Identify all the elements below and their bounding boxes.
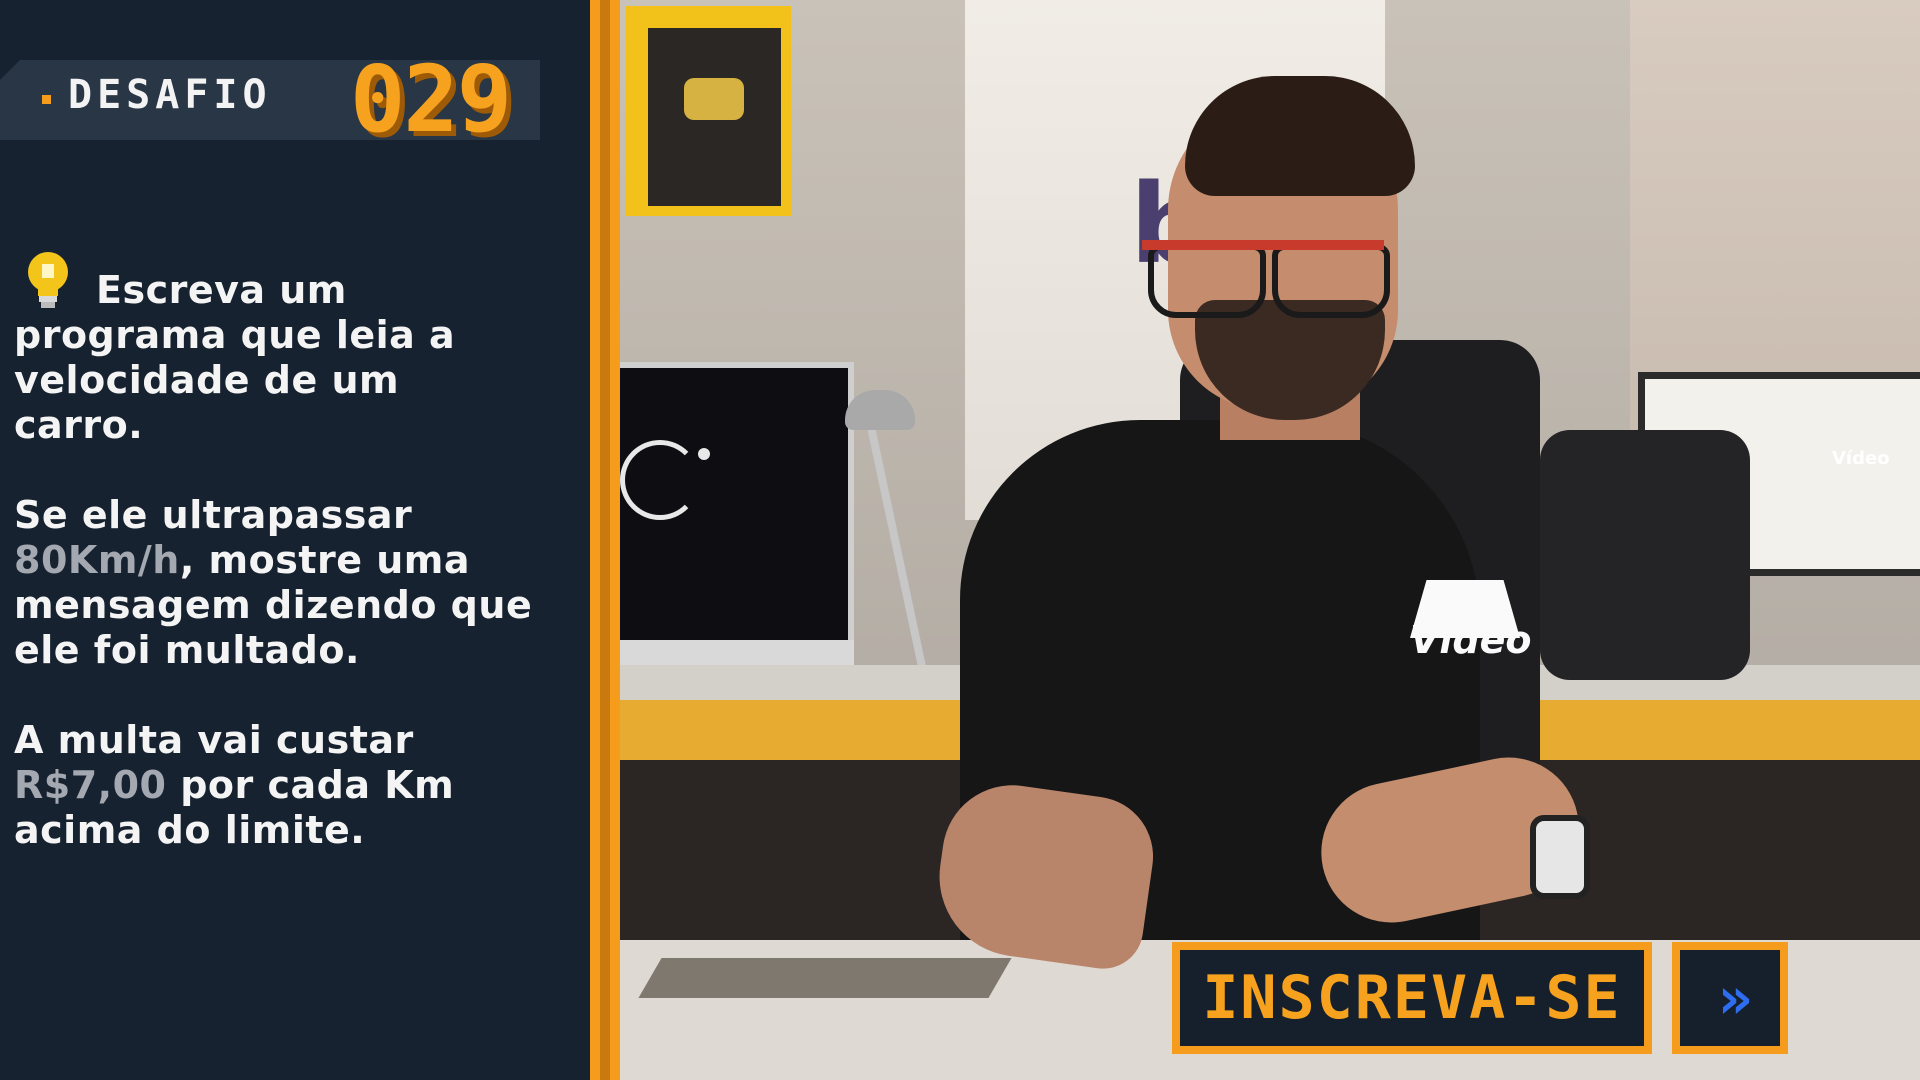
- laptop: [638, 958, 1012, 998]
- play-button-award: [626, 6, 791, 216]
- shirt-logo-text: Vídeo: [1410, 618, 1532, 662]
- smartwatch: [1530, 815, 1590, 899]
- challenge-paragraph-1: Escreva um programa que leia a velocidad…: [14, 268, 534, 448]
- fine-amount-highlight: R$7,00: [14, 763, 167, 807]
- subscribe-arrow-button[interactable]: »: [1672, 942, 1788, 1054]
- screen-logo-icon: [620, 440, 700, 520]
- header-label: DESAFIO: [68, 72, 272, 118]
- challenge-paragraph-3: A multa vai custar R$7,00 por cada Km ac…: [14, 718, 534, 853]
- paragraph-3-prefix: A multa vai custar: [14, 718, 414, 762]
- arrow-button-inner[interactable]: »: [1680, 950, 1780, 1046]
- subscribe-button[interactable]: INSCREVA-SE: [1172, 942, 1652, 1054]
- office-chair-back: [1540, 430, 1750, 680]
- panel-border-shade: [600, 0, 610, 1080]
- challenge-paragraph-2: Se ele ultrapassar 80Km/h, mostre uma me…: [14, 493, 534, 673]
- challenge-number: 029: [350, 46, 512, 153]
- subscribe-button-inner[interactable]: INSCREVA-SE: [1180, 950, 1644, 1046]
- monitor-logo: Vídeo: [1832, 448, 1890, 469]
- video-scene: bt Vídeo Vídeo: [620, 0, 1920, 1080]
- screen-logo-dot: [698, 448, 710, 460]
- paragraph-1-text: Escreva um programa que leia a velocidad…: [14, 268, 456, 447]
- double-chevron-right-icon[interactable]: »: [1718, 964, 1753, 1032]
- glasses-frame: [1142, 240, 1384, 316]
- subscribe-label[interactable]: INSCREVA-SE: [1202, 963, 1621, 1033]
- award-play-icon: [684, 78, 744, 120]
- header-bullet: [42, 95, 51, 104]
- speed-limit-highlight: 80Km/h: [14, 538, 180, 582]
- paragraph-2-prefix: Se ele ultrapassar: [14, 493, 413, 537]
- video-frame: DESAFIO 029 Escreva um programa que leia…: [0, 0, 1920, 1080]
